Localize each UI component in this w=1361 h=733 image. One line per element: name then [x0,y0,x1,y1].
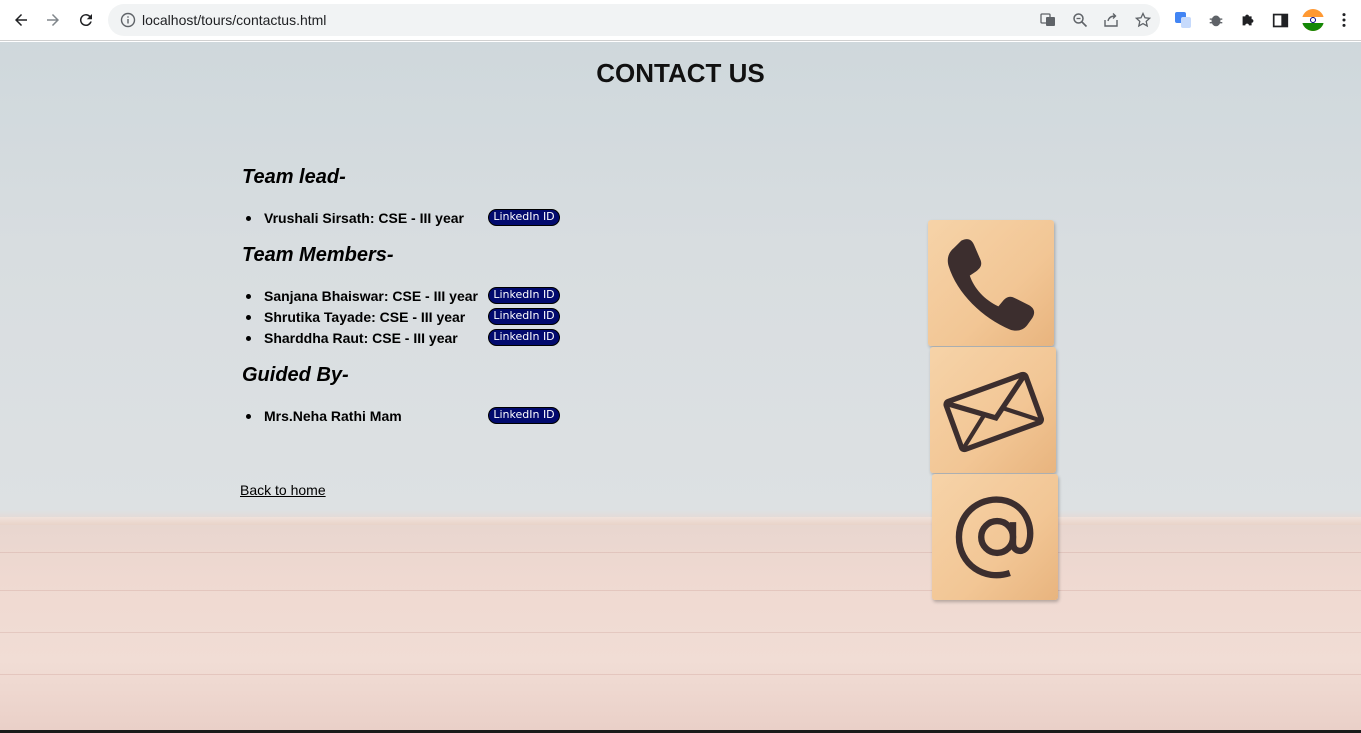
section-heading-guided-by: Guided By- [242,364,349,386]
person-member-3: Sharddha Raut: CSE - III year [246,330,458,346]
linkedin-button[interactable]: LinkedIn ID [488,308,560,325]
back-icon[interactable] [8,8,34,32]
page-viewport: CONTACT US Team lead- Vrushali Sirsath: … [0,42,1361,730]
page-title: CONTACT US [596,58,765,88]
phone-icon [947,239,1035,331]
envelope-icon [943,371,1045,453]
share-icon[interactable] [1103,12,1119,28]
extension-translate-icon[interactable] [1173,10,1193,30]
translate-icon[interactable] [1040,12,1056,28]
forward-icon[interactable] [40,8,66,32]
puzzle-icon[interactable] [1238,10,1258,30]
info-icon[interactable] [120,12,136,28]
person-guide: Mrs.Neha Rathi Mam [246,408,402,424]
profile-avatar[interactable] [1301,8,1325,32]
linkedin-button[interactable]: LinkedIn ID [488,329,560,346]
back-to-home-link[interactable]: Back to home [240,482,326,498]
phone-block [928,220,1054,346]
reload-icon[interactable] [73,8,99,32]
linkedin-button[interactable]: LinkedIn ID [488,209,560,226]
zoom-icon[interactable] [1072,12,1088,28]
star-icon[interactable] [1135,12,1151,28]
linkedin-button[interactable]: LinkedIn ID [488,287,560,304]
person-team-lead: Vrushali Sirsath: CSE - III year [246,210,464,226]
person-member-2: Shrutika Tayade: CSE - III year [245,309,466,325]
linkedin-button[interactable]: LinkedIn ID [488,407,560,424]
menu-icon[interactable] [1334,10,1354,30]
at-sign-icon [955,496,1034,579]
sidepanel-icon[interactable] [1270,10,1290,30]
bug-icon[interactable] [1206,10,1226,30]
section-heading-team-lead: Team lead- [242,166,346,188]
at-block [932,474,1058,600]
url-text[interactable]: localhost/tours/contactus.html [142,12,326,28]
address-bar[interactable]: localhost/tours/contactus.html [108,4,1160,36]
table-edge [0,517,1361,525]
browser-toolbar: localhost/tours/contactus.html [0,0,1361,41]
mail-block [930,347,1056,473]
section-heading-team-members: Team Members- [242,244,394,266]
person-member-1: Sanjana Bhaiswar: CSE - III year [246,288,478,304]
